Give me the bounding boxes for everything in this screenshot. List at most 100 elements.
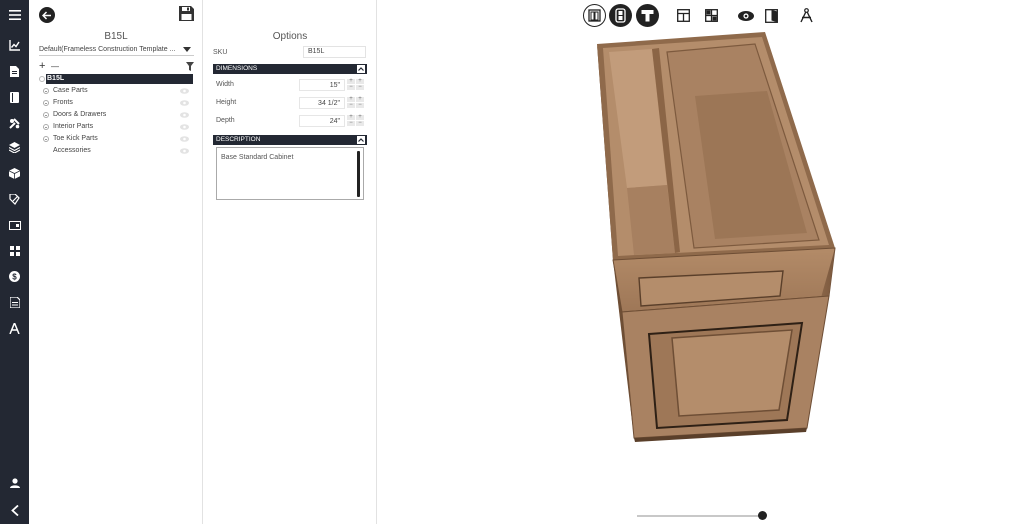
eye-icon <box>737 10 754 21</box>
door-open-button[interactable] <box>760 4 783 27</box>
item-title: B15L <box>104 31 128 42</box>
back-button[interactable] <box>39 7 55 23</box>
depth-decrement-fine-button[interactable]: − <box>356 120 364 126</box>
height-label: Height <box>216 99 237 106</box>
sku-label: SKU <box>213 49 228 56</box>
tree-item-doors-drawers[interactable]: Doors & Drawers <box>43 110 193 120</box>
expand-all-button[interactable]: + <box>39 61 45 72</box>
dimensions-button[interactable] <box>795 4 818 27</box>
tree-item-case-parts[interactable]: Case Parts <box>43 86 193 96</box>
visibility-eye-icon[interactable] <box>180 124 189 130</box>
tree-expander[interactable] <box>43 112 49 118</box>
collapse-all-button[interactable]: — <box>51 62 59 71</box>
nav-rail: $ <box>0 0 29 524</box>
tree-root-item[interactable]: B15L <box>46 74 193 84</box>
tree-item-toe-kick-parts[interactable]: Toe Kick Parts <box>43 134 193 144</box>
depth-decrement-button[interactable]: − <box>347 120 355 126</box>
document-icon[interactable] <box>0 61 29 81</box>
width-label: Width <box>216 81 234 88</box>
tree-item-label: Toe Kick Parts <box>53 135 98 142</box>
collapse-left-icon[interactable] <box>0 500 29 520</box>
visibility-button[interactable] <box>734 4 757 27</box>
user-icon[interactable] <box>0 473 29 493</box>
chevron-up-icon[interactable] <box>357 136 365 144</box>
width-decrement-button[interactable]: − <box>347 84 355 90</box>
height-input[interactable]: 34 1/2" <box>299 97 345 109</box>
height-decrement-fine-button[interactable]: − <box>356 102 364 108</box>
dimensions-header-label: DIMENSIONS <box>216 65 258 72</box>
description-textarea[interactable]: Base Standard Cabinet <box>216 147 364 200</box>
compass-icon[interactable] <box>0 318 29 338</box>
split-layout-button[interactable] <box>700 4 723 27</box>
door-open-icon <box>765 8 778 23</box>
book-icon[interactable] <box>0 87 29 107</box>
zoom-slider-handle[interactable] <box>758 511 767 520</box>
options-panel: Options SKU B15L DIMENSIONS Width 15" + … <box>203 0 377 524</box>
save-button[interactable] <box>179 6 194 21</box>
dollar-icon[interactable]: $ <box>0 266 29 286</box>
width-input[interactable]: 15" <box>299 79 345 91</box>
visibility-eye-icon[interactable] <box>180 112 189 118</box>
tree-item-fronts[interactable]: Fronts <box>43 98 193 108</box>
tree-expander[interactable] <box>43 88 49 94</box>
front-view-icon <box>588 9 601 22</box>
zoom-slider-track[interactable] <box>637 515 762 517</box>
card-icon[interactable] <box>0 215 29 235</box>
visibility-eye-icon[interactable] <box>180 100 189 106</box>
layout-button[interactable] <box>672 4 695 27</box>
depth-input[interactable]: 24" <box>299 115 345 127</box>
height-stepper: + + − − <box>347 96 367 109</box>
tree-item-label: Accessories <box>53 147 91 154</box>
height-row: Height 34 1/2" + + − − <box>213 96 367 109</box>
front-view-button[interactable] <box>583 4 606 27</box>
depth-stepper: + + − − <box>347 114 367 127</box>
top-view-icon <box>641 10 654 22</box>
tree-expander[interactable] <box>43 124 49 130</box>
sku-input[interactable]: B15L <box>303 46 366 58</box>
depth-label: Depth <box>216 117 235 124</box>
tree-panel: B15L Default(Frameless Construction Temp… <box>29 0 203 524</box>
side-view-icon <box>615 8 626 23</box>
tree-item-interior-parts[interactable]: Interior Parts <box>43 122 193 132</box>
chevron-up-icon[interactable] <box>357 65 365 73</box>
dimension-compass-icon <box>800 8 813 23</box>
height-decrement-button[interactable]: − <box>347 102 355 108</box>
top-view-button[interactable] <box>636 4 659 27</box>
template-select-value: Default(Frameless Construction Template … <box>39 46 176 53</box>
description-scrollbar[interactable] <box>357 151 360 197</box>
cabinet-door-panel <box>671 329 793 417</box>
visibility-eye-icon[interactable] <box>180 136 189 142</box>
tree-item-accessories[interactable]: Accessories <box>43 146 193 156</box>
visibility-eye-icon[interactable] <box>180 88 189 94</box>
width-stepper: + + − − <box>347 78 367 91</box>
description-header-label: DESCRIPTION <box>216 136 261 143</box>
filter-icon[interactable] <box>186 62 194 71</box>
cabinet-left-compartment-floor <box>627 185 675 255</box>
floppy-disk-icon <box>179 6 194 21</box>
tree-toolbar: + — <box>39 61 194 72</box>
side-view-button[interactable] <box>609 4 632 27</box>
description-text: Base Standard Cabinet <box>221 154 294 161</box>
width-decrement-fine-button[interactable]: − <box>356 84 364 90</box>
tools-icon[interactable] <box>0 113 29 133</box>
dimensions-header[interactable]: DIMENSIONS <box>213 64 367 74</box>
tree-item-label: Doors & Drawers <box>53 111 107 118</box>
grid-icon[interactable] <box>0 241 29 261</box>
layers-icon[interactable] <box>0 137 29 157</box>
template-select[interactable]: Default(Frameless Construction Template … <box>39 44 194 56</box>
options-title: Options <box>272 31 308 42</box>
tree-root-expander[interactable] <box>39 76 45 82</box>
tag-edit-icon[interactable] <box>0 189 29 209</box>
menu-icon[interactable] <box>0 5 29 25</box>
visibility-eye-icon[interactable] <box>180 148 189 154</box>
cabinet-3d-model[interactable] <box>597 28 837 448</box>
description-header[interactable]: DESCRIPTION <box>213 135 367 145</box>
tree-item-label: Interior Parts <box>53 123 94 130</box>
report-icon[interactable] <box>0 292 29 312</box>
chart-icon[interactable] <box>0 35 29 55</box>
tree-expander[interactable] <box>43 136 49 142</box>
model-viewer[interactable] <box>377 0 1024 524</box>
tree-expander[interactable] <box>43 100 49 106</box>
box-icon[interactable] <box>0 163 29 183</box>
caret-down-icon <box>183 47 191 52</box>
